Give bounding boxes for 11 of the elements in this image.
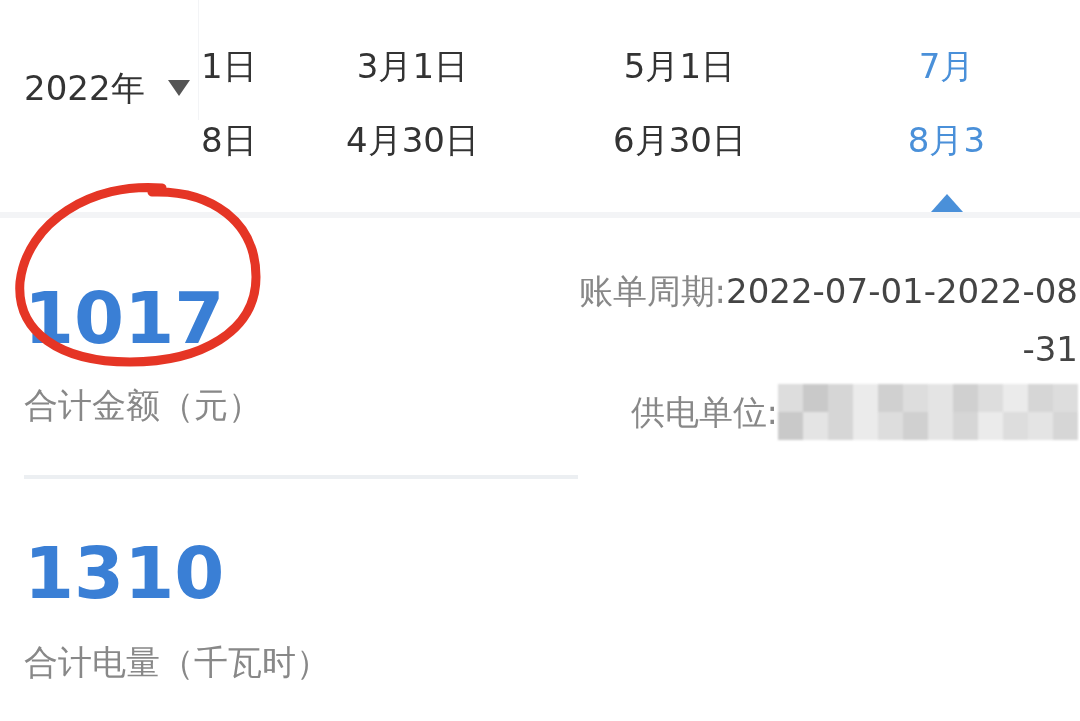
period-tab[interactable]: 3月1日 4月30日	[279, 0, 546, 212]
year-label[interactable]: 2022年	[24, 62, 145, 114]
total-energy-label: 合计电量（千瓦时）	[24, 641, 331, 684]
bill-period-text: 账单周期:2022-07-01-2022-08-31	[578, 270, 1078, 371]
period-tab[interactable]: 1日 8日	[199, 0, 279, 212]
dropdown-caret-icon[interactable]	[166, 79, 191, 97]
period-tab[interactable]: 5月1日 6月30日	[546, 0, 813, 212]
supplier-label: 供电单位:	[630, 390, 778, 434]
total-energy-value: 1310	[24, 537, 226, 609]
total-amount-value: 1017	[24, 282, 226, 354]
total-amount-label: 合计金额（元）	[24, 384, 263, 427]
